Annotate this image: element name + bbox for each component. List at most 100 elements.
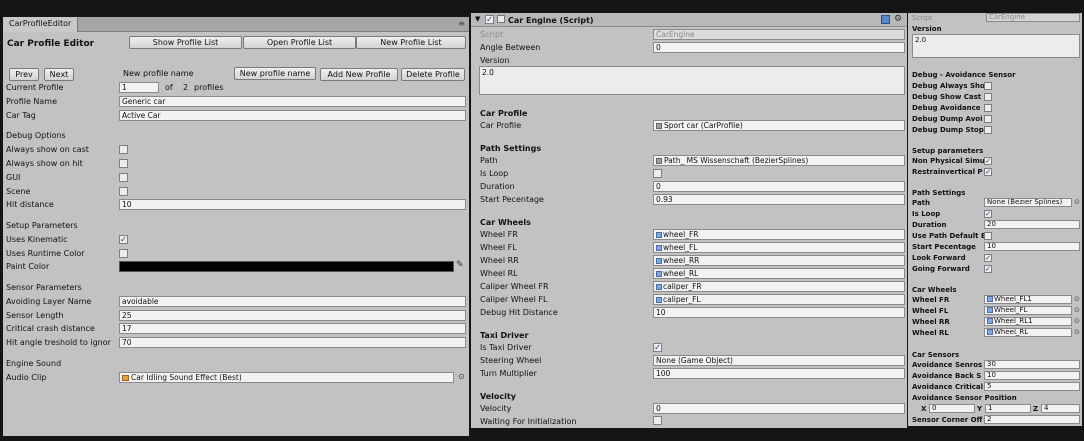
- wheel-value: Wheel_FL1: [994, 295, 1032, 303]
- wheel-rr-field[interactable]: Wheel_RL1: [984, 317, 1072, 326]
- path-field[interactable]: None (Bezier Splines): [984, 198, 1072, 207]
- steering-wheel-field[interactable]: None (Game Object): [653, 355, 905, 366]
- pos-y-input[interactable]: 1: [985, 404, 1031, 413]
- new-profile-name-label: New profile name: [123, 69, 194, 78]
- eyedropper-icon[interactable]: ✎: [456, 260, 464, 270]
- caliper-fl-field[interactable]: caliper_FL: [653, 294, 905, 305]
- path-field[interactable]: Path_ MS Wissenschaft (BezierSplines): [653, 155, 905, 166]
- scene-checkbox[interactable]: [119, 187, 128, 196]
- pos-x-input[interactable]: 0: [929, 404, 975, 413]
- show-profile-list-button[interactable]: Show Profile List: [129, 36, 242, 49]
- avoiding-layer-name-input[interactable]: avoidable: [119, 296, 466, 307]
- going-forward-checkbox[interactable]: ✓: [984, 265, 992, 273]
- hit-angle-threshold-input[interactable]: 70: [119, 337, 466, 348]
- new-profile-list-button[interactable]: New Profile List: [356, 36, 466, 49]
- wheel-fl-field[interactable]: Wheel_FL: [984, 306, 1072, 315]
- caliper-fr-field[interactable]: caliper_FR: [653, 281, 905, 292]
- always-show-on-hit-checkbox[interactable]: [119, 159, 128, 168]
- current-profile-label: Current Profile: [6, 83, 64, 92]
- next-button[interactable]: Next: [44, 68, 74, 81]
- wheel-fr-field[interactable]: Wheel_FL1: [984, 295, 1072, 304]
- is-taxi-driver-checkbox[interactable]: ✓: [653, 343, 662, 352]
- open-profile-list-button[interactable]: Open Profile List: [243, 36, 356, 49]
- profile-name-input[interactable]: Generic car: [119, 96, 466, 107]
- look-forward-checkbox[interactable]: ✓: [984, 254, 992, 262]
- debug-show-cast-checkbox[interactable]: [984, 93, 992, 101]
- object-picker-icon[interactable]: ⊙: [1074, 198, 1080, 206]
- transform-icon: [656, 158, 662, 164]
- sensor-length-input[interactable]: 25: [119, 310, 466, 321]
- car-profile-field[interactable]: Sport car (CarProfile): [653, 120, 905, 131]
- always-show-on-cast-checkbox[interactable]: [119, 145, 128, 154]
- start-percentage-input[interactable]: 0.93: [653, 194, 905, 205]
- prev-button[interactable]: Prev: [9, 68, 39, 81]
- wheel-fr-field[interactable]: wheel_FR: [653, 229, 905, 240]
- wheel-rl-field[interactable]: wheel_RL: [653, 268, 905, 279]
- current-profile-input[interactable]: 1: [119, 82, 159, 93]
- wheel-value: wheel_FR: [663, 230, 699, 239]
- uses-runtime-color-checkbox[interactable]: [119, 249, 128, 258]
- wheel-rl-field[interactable]: Wheel_RL: [984, 328, 1072, 337]
- object-picker-icon[interactable]: ⊙: [458, 372, 465, 381]
- object-picker-icon[interactable]: ⊙: [1074, 328, 1080, 336]
- debug-always-show-checkbox[interactable]: [984, 82, 992, 90]
- gear-icon[interactable]: ⚙: [894, 14, 902, 24]
- audio-clip-field[interactable]: Car Idling Sound Effect (Best): [119, 372, 454, 383]
- debug-avoidance-checkbox[interactable]: [984, 104, 992, 112]
- component-enabled-checkbox[interactable]: ✓: [485, 15, 494, 24]
- duration-input[interactable]: 20: [984, 220, 1080, 229]
- transform-icon: [656, 258, 662, 264]
- turn-multiplier-input[interactable]: 100: [653, 368, 905, 379]
- angle-between-input[interactable]: 0: [653, 42, 905, 53]
- wheel-fl-field[interactable]: wheel_FL: [653, 242, 905, 253]
- sensor-label: Critical crash distance: [6, 324, 95, 333]
- wheel-label: Wheel FR: [912, 296, 950, 304]
- is-loop-checkbox[interactable]: ✓: [984, 210, 992, 218]
- wheel-label: Wheel RR: [480, 256, 519, 265]
- avoid-sensor-label: Avoidance Senros: [912, 361, 983, 369]
- menu-icon[interactable]: ≡: [458, 19, 465, 28]
- transform-icon: [656, 245, 662, 251]
- corner-off-input[interactable]: 2: [984, 415, 1080, 424]
- start-percentage-input[interactable]: 10: [984, 242, 1080, 251]
- foldout-arrow-icon[interactable]: ▼: [475, 15, 480, 23]
- wheel-rr-field[interactable]: wheel_RR: [653, 255, 905, 266]
- gui-checkbox[interactable]: [119, 173, 128, 182]
- version-textarea[interactable]: 2.0: [912, 34, 1080, 58]
- critical-crash-distance-input[interactable]: 17: [119, 323, 466, 334]
- tab-car-profile-editor[interactable]: CarProfileEditor: [3, 17, 79, 32]
- use-path-default-checkbox[interactable]: [984, 232, 992, 240]
- velocity-input[interactable]: 0: [653, 403, 905, 414]
- pos-z-input[interactable]: 4: [1041, 404, 1080, 413]
- is-loop-checkbox[interactable]: [653, 169, 662, 178]
- waiting-init-checkbox[interactable]: [653, 416, 662, 425]
- wheel-label: Wheel FL: [912, 307, 949, 315]
- audio-clip-value: Car Idling Sound Effect (Best): [131, 373, 242, 382]
- paint-color-swatch[interactable]: [119, 261, 454, 272]
- debug-hit-distance-input[interactable]: 10: [653, 307, 905, 318]
- engine-sound-header: Engine Sound: [6, 359, 62, 368]
- object-picker-icon[interactable]: ⊙: [1074, 306, 1080, 314]
- restrain-vertical-checkbox[interactable]: ✓: [984, 168, 992, 176]
- car-profile-label: Car Profile: [480, 121, 522, 130]
- object-picker-icon[interactable]: ⊙: [1074, 317, 1080, 325]
- delete-profile-button[interactable]: Delete Profile: [401, 68, 465, 81]
- velocity-label: Velocity: [480, 404, 512, 413]
- pos-x-label: X: [921, 405, 927, 413]
- uses-kinematic-checkbox[interactable]: ✓: [119, 235, 128, 244]
- help-icon[interactable]: [881, 15, 890, 24]
- debug-dump-avoid-checkbox[interactable]: [984, 115, 992, 123]
- debug-dump-stop-checkbox[interactable]: [984, 126, 992, 134]
- avoid-back-input[interactable]: 10: [984, 371, 1080, 380]
- duration-input[interactable]: 0: [653, 181, 905, 192]
- add-new-profile-button[interactable]: Add New Profile: [320, 68, 398, 81]
- non-physical-checkbox[interactable]: ✓: [984, 157, 992, 165]
- avoid-sensor-input[interactable]: 30: [984, 360, 1080, 369]
- new-profile-name-field[interactable]: New profile name: [234, 67, 316, 80]
- object-picker-icon[interactable]: ⊙: [1074, 295, 1080, 303]
- version-textarea[interactable]: 2.0: [479, 66, 905, 95]
- avoid-critical-input[interactable]: 5: [984, 382, 1080, 391]
- hit-distance-input[interactable]: 10: [119, 199, 466, 210]
- car-tag-input[interactable]: Active Car: [119, 110, 466, 121]
- pos-y-label: Y: [977, 405, 983, 413]
